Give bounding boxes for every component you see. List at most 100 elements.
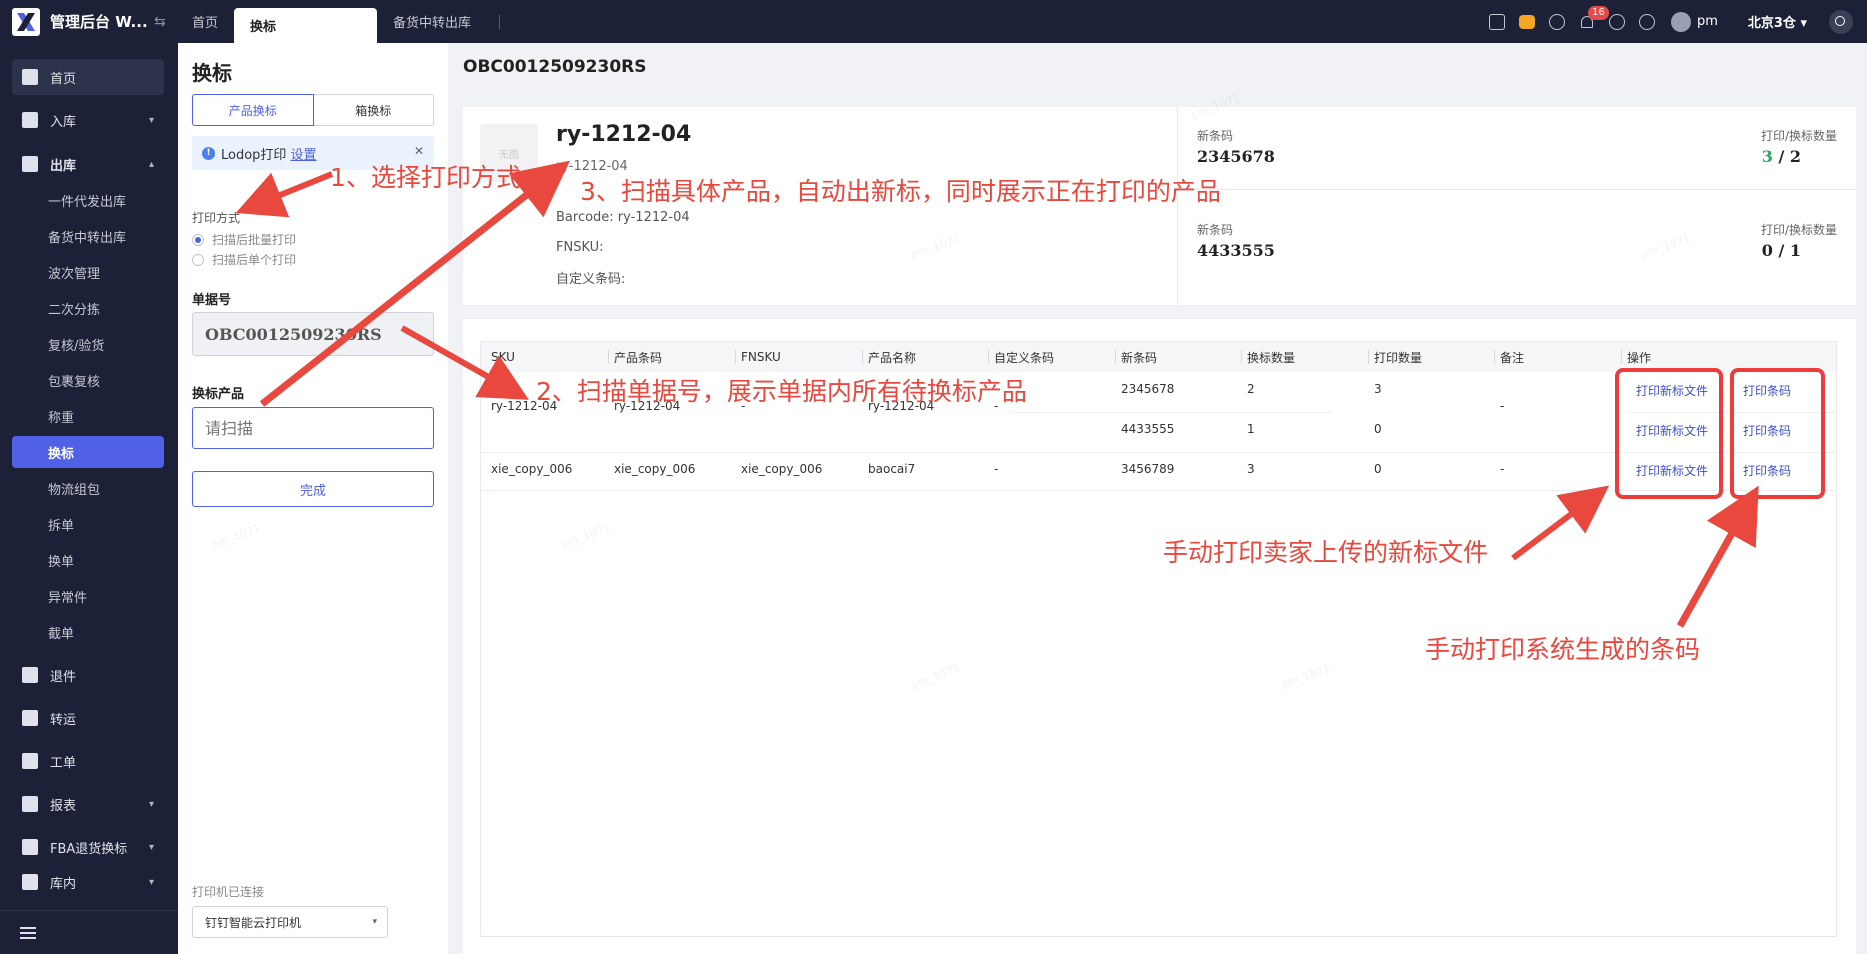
sidebar-item-outbound[interactable]: 出库 ▴ <box>12 146 164 182</box>
sidebar-item-transship[interactable]: 转运 <box>12 700 164 736</box>
sidebar-sub-sorting[interactable]: 二次分拣 <box>12 292 164 324</box>
annotation-barcode: 手动打印系统生成的条码 <box>1425 635 1701 664</box>
new-barcode-block: 新条码 2345678 打印/换标数量 3 / 2 <box>1197 127 1837 207</box>
sidebar-sub-intercept[interactable]: 截单 <box>12 616 164 648</box>
sidebar-sub-weigh[interactable]: 称重 <box>12 400 164 432</box>
product-fnsku: FNSKU: <box>556 240 604 255</box>
sidebar-sub-dropship[interactable]: 一件代发出库 <box>12 184 164 216</box>
col-relabel-qty: 换标数量 <box>1241 342 1296 372</box>
tab-box-relabel[interactable]: 箱换标 <box>314 95 434 125</box>
tab-separator <box>499 14 501 29</box>
warehouse-icon <box>22 874 38 890</box>
sidebar-item-inbound[interactable]: 入库 ▾ <box>12 102 164 138</box>
app-title: 管理后台 W... <box>50 13 148 31</box>
radio-single-print[interactable]: 扫描后单个打印 <box>192 251 296 268</box>
order-no-field[interactable]: OBC0012509230RS <box>192 312 434 356</box>
sidebar-item-report[interactable]: 报表 ▾ <box>12 786 164 822</box>
cell-relabel-qty: 2 <box>1247 382 1255 396</box>
sidebar-sub-exception[interactable]: 异常件 <box>12 580 164 612</box>
product-name: ry-1212-04 <box>556 122 692 147</box>
swap-icon[interactable]: ⇆ <box>154 14 176 30</box>
sidebar-item-fba-return[interactable]: FBA退货换标 ▾ <box>12 829 164 865</box>
new-barcode-label: 新条码 <box>1197 223 1234 237</box>
sidebar-item-home[interactable]: 首页 <box>12 59 164 95</box>
annotation-label-file: 手动打印卖家上传的新标文件 <box>1163 538 1489 567</box>
info-icon: ! <box>202 146 215 160</box>
chevron-down-icon: ▾ <box>148 114 154 126</box>
cell-custom-barcode: - <box>994 462 999 476</box>
order-number-title: OBC0012509230RS <box>463 57 647 77</box>
col-new-barcode: 新条码 <box>1115 342 1158 372</box>
sidebar-sub-review[interactable]: 复核/验货 <box>12 328 164 360</box>
sidebar-item-warehouse[interactable]: 库内 ▾ <box>12 872 164 892</box>
close-icon[interactable]: ✕ <box>414 144 424 158</box>
cell-relabel-qty: 1 <box>1247 422 1255 436</box>
warehouse-selector[interactable]: 北京3仓 ▾ <box>1748 12 1807 31</box>
sidebar-sub-split[interactable]: 拆单 <box>12 508 164 540</box>
sidebar-sub-logistics-pack[interactable]: 物流组包 <box>12 472 164 504</box>
sidebar-sub-swap-order[interactable]: 换单 <box>12 544 164 576</box>
sidebar-sub-relabel[interactable]: 换标 <box>12 436 164 468</box>
cell-relabel-qty: 3 <box>1247 462 1255 476</box>
order-no-label: 单据号 <box>192 293 232 308</box>
cell-print-qty: 0 <box>1374 462 1382 476</box>
inbound-icon <box>22 112 38 128</box>
sidebar-item-return[interactable]: 退件 <box>12 657 164 693</box>
transship-icon <box>22 710 38 726</box>
print-count-value: 3 / 2 <box>1761 147 1801 166</box>
print-count-value: 0 / 1 <box>1761 241 1801 260</box>
cell-new-barcode: 4433555 <box>1121 422 1175 436</box>
radio-batch-print[interactable]: 扫描后批量打印 <box>192 231 296 248</box>
chevron-down-icon: ▾ <box>372 917 377 927</box>
col-sku: SKU <box>491 342 515 372</box>
tab-home[interactable]: 首页 <box>176 0 234 43</box>
cell-print-qty: 0 <box>1374 422 1382 436</box>
new-barcode-value: 2345678 <box>1197 147 1275 166</box>
tab-product-relabel[interactable]: 产品换标 <box>192 94 314 126</box>
print-mode-label: 打印方式 <box>192 211 241 225</box>
new-barcode-block: 新条码 4433555 打印/换标数量 0 / 1 <box>1197 221 1837 301</box>
panel-title: 换标 <box>192 61 232 85</box>
col-product-barcode: 产品条码 <box>608 342 663 372</box>
sidebar-sub-package-review[interactable]: 包裹复核 <box>12 364 164 396</box>
search-icon[interactable] <box>1829 9 1853 34</box>
product-custom-barcode: 自定义条码: <box>556 272 626 287</box>
cell-new-barcode: 3456789 <box>1121 462 1175 476</box>
home-icon <box>22 69 38 85</box>
chevron-down-icon: ▾ <box>148 798 154 810</box>
printer-status: 打印机已连接 <box>192 885 265 899</box>
col-custom-barcode: 自定义条码 <box>988 342 1055 372</box>
sidebar-sub-stock-transfer[interactable]: 备货中转出库 <box>12 220 164 252</box>
sidebar-sub-wave[interactable]: 波次管理 <box>12 256 164 288</box>
col-print-qty: 打印数量 <box>1368 342 1423 372</box>
amazon-icon <box>22 839 38 855</box>
outbound-icon <box>22 156 38 172</box>
tab-stock-transfer[interactable]: 备货中转出库 <box>377 0 487 43</box>
ticket-icon <box>22 753 38 769</box>
tab-relabel[interactable]: 换标 <box>234 8 378 43</box>
app-logo[interactable] <box>12 7 40 36</box>
robot-icon[interactable] <box>1518 14 1535 29</box>
sidebar-item-ticket[interactable]: 工单 <box>12 743 164 779</box>
scan-product-input[interactable] <box>192 407 434 449</box>
col-fnsku: FNSKU <box>735 342 781 372</box>
lodop-settings-link[interactable]: 设置 <box>290 144 316 163</box>
user-name[interactable]: pm <box>1697 14 1718 29</box>
bell-icon[interactable]: 16 <box>1579 5 1609 30</box>
printer-select[interactable]: 钉钉智能云打印机 ▾ <box>192 906 388 938</box>
gear-icon[interactable] <box>1608 13 1625 30</box>
print-count-label: 打印/换标数量 <box>1760 223 1837 237</box>
inbox-icon[interactable] <box>1488 13 1505 30</box>
cell-product-barcode: xie_copy_006 <box>614 462 696 476</box>
menu-collapse-icon[interactable] <box>20 927 36 939</box>
cell-sku: xie_copy_006 <box>491 462 573 476</box>
done-button[interactable]: 完成 <box>192 471 434 507</box>
download-icon[interactable] <box>1548 13 1565 30</box>
new-barcode-value: 4433555 <box>1197 241 1275 260</box>
return-icon <box>22 667 38 683</box>
col-product-name: 产品名称 <box>862 342 917 372</box>
avatar[interactable] <box>1670 11 1691 32</box>
print-count-label: 打印/换标数量 <box>1760 129 1837 143</box>
help-icon[interactable] <box>1638 13 1655 30</box>
top-bar: 管理后台 W... ⇆ 首页 换标 备货中转出库 16 pm 北京3仓 ▾ <box>0 0 1867 43</box>
